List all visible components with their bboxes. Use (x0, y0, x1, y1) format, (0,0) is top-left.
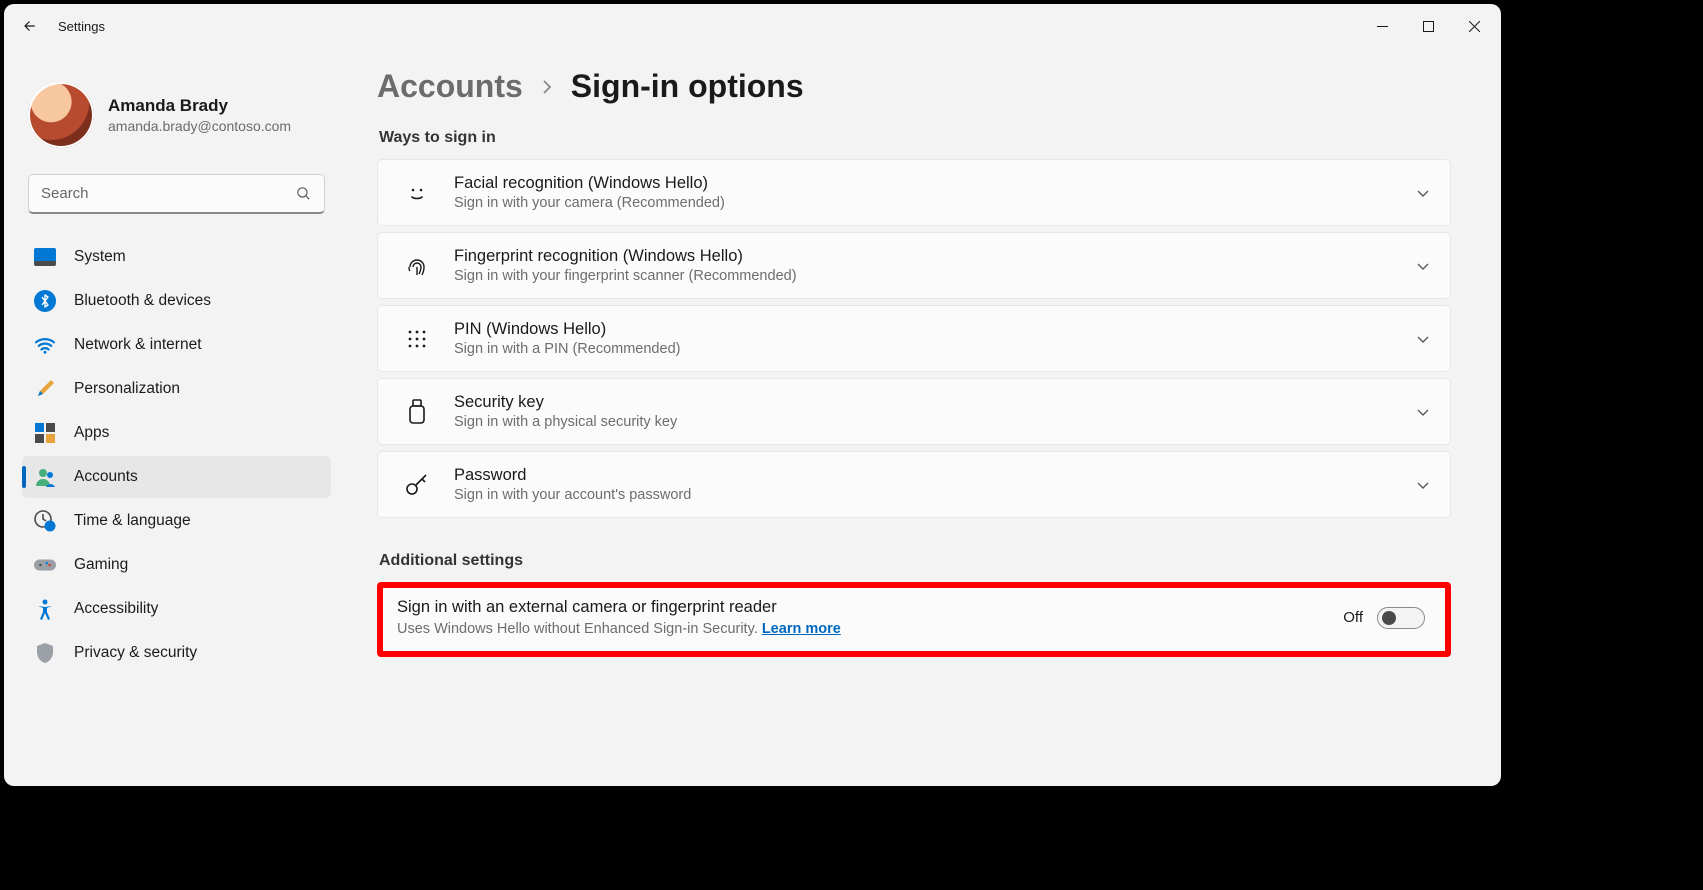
key-icon (402, 471, 432, 499)
card-title: Facial recognition (Windows Hello) (454, 174, 1394, 193)
chevron-down-icon (1416, 259, 1430, 273)
sidebar-item-bluetooth[interactable]: Bluetooth & devices (22, 280, 331, 322)
gamepad-icon (34, 554, 56, 576)
toggle-group: Off (1343, 607, 1425, 629)
external-signin-setting: Sign in with an external camera or finge… (377, 582, 1451, 657)
bluetooth-icon (34, 290, 56, 312)
profile-name: Amanda Brady (108, 96, 291, 116)
sidebar-item-personalization[interactable]: Personalization (22, 368, 331, 410)
maximize-button[interactable] (1405, 10, 1451, 42)
system-icon (34, 246, 56, 268)
back-button[interactable] (8, 6, 48, 46)
face-icon (402, 180, 432, 206)
sidebar-item-accessibility[interactable]: Accessibility (22, 588, 331, 630)
back-arrow-icon (19, 17, 37, 35)
card-subtitle: Sign in with your camera (Recommended) (454, 195, 1394, 211)
profile-email: amanda.brady@contoso.com (108, 118, 291, 134)
main-content: Accounts Sign-in options Ways to sign in… (339, 48, 1501, 786)
sidebar-item-gaming[interactable]: Gaming (22, 544, 331, 586)
pin-keypad-icon (402, 328, 432, 350)
signin-cards: Facial recognition (Windows Hello) Sign … (377, 159, 1451, 518)
usb-key-icon (402, 398, 432, 426)
toggle-label: Off (1343, 609, 1363, 626)
external-signin-toggle[interactable] (1377, 607, 1425, 629)
external-setting-subtitle: Uses Windows Hello without Enhanced Sign… (397, 621, 1325, 637)
sidebar-item-label: Gaming (74, 556, 128, 574)
search-box[interactable] (28, 174, 325, 214)
card-pin[interactable]: PIN (Windows Hello) Sign in with a PIN (… (377, 305, 1451, 372)
wifi-icon (34, 334, 56, 356)
chevron-down-icon (1416, 478, 1430, 492)
sidebar-item-apps[interactable]: Apps (22, 412, 331, 454)
sidebar-item-label: Time & language (74, 512, 191, 530)
minimize-icon (1377, 21, 1388, 32)
card-title: PIN (Windows Hello) (454, 320, 1394, 339)
app-title: Settings (58, 19, 105, 34)
sidebar-item-label: Personalization (74, 380, 180, 398)
nav: System Bluetooth & devices Network & int… (22, 236, 331, 674)
sidebar-item-privacy[interactable]: Privacy & security (22, 632, 331, 674)
sidebar-item-label: Accessibility (74, 600, 158, 618)
close-icon (1469, 21, 1480, 32)
sidebar-item-time-language[interactable]: Time & language (22, 500, 331, 542)
card-fingerprint[interactable]: Fingerprint recognition (Windows Hello) … (377, 232, 1451, 299)
search-icon (295, 185, 312, 202)
sidebar-item-system[interactable]: System (22, 236, 331, 278)
accessibility-icon (34, 598, 56, 620)
apps-icon (34, 422, 56, 444)
card-security-key[interactable]: Security key Sign in with a physical sec… (377, 378, 1451, 445)
card-password[interactable]: Password Sign in with your account's pas… (377, 451, 1451, 518)
clock-globe-icon (34, 510, 56, 532)
maximize-icon (1423, 21, 1434, 32)
card-subtitle: Sign in with a PIN (Recommended) (454, 341, 1394, 357)
shield-icon (34, 642, 56, 664)
sidebar-item-accounts[interactable]: Accounts (22, 456, 331, 498)
chevron-down-icon (1416, 186, 1430, 200)
close-button[interactable] (1451, 10, 1497, 42)
card-title: Password (454, 466, 1394, 485)
chevron-down-icon (1416, 405, 1430, 419)
card-facial-recognition[interactable]: Facial recognition (Windows Hello) Sign … (377, 159, 1451, 226)
titlebar: Settings (4, 4, 1501, 48)
sidebar-item-label: Privacy & security (74, 644, 197, 662)
chevron-down-icon (1416, 332, 1430, 346)
card-subtitle: Sign in with your account's password (454, 487, 1394, 503)
sidebar: Amanda Brady amanda.brady@contoso.com Sy… (4, 48, 339, 786)
fingerprint-icon (402, 253, 432, 279)
toggle-knob (1382, 611, 1396, 625)
sidebar-item-label: System (74, 248, 126, 266)
external-setting-title: Sign in with an external camera or finge… (397, 598, 1325, 617)
sidebar-item-label: Bluetooth & devices (74, 292, 211, 310)
section-additional-title: Additional settings (379, 552, 1451, 570)
chevron-right-icon (539, 79, 555, 95)
paintbrush-icon (34, 378, 56, 400)
sidebar-item-label: Network & internet (74, 336, 202, 354)
card-title: Security key (454, 393, 1394, 412)
minimize-button[interactable] (1359, 10, 1405, 42)
sidebar-item-label: Apps (74, 424, 109, 442)
accounts-icon (34, 466, 56, 488)
profile-block[interactable]: Amanda Brady amanda.brady@contoso.com (22, 60, 331, 174)
card-subtitle: Sign in with your fingerprint scanner (R… (454, 268, 1394, 284)
window-controls (1359, 10, 1497, 42)
sidebar-item-network[interactable]: Network & internet (22, 324, 331, 366)
section-ways-title: Ways to sign in (379, 129, 1451, 147)
learn-more-link[interactable]: Learn more (762, 621, 841, 637)
card-subtitle: Sign in with a physical security key (454, 414, 1394, 430)
breadcrumb-current: Sign-in options (571, 68, 804, 105)
settings-window: Settings Amanda Brady amanda.brady@conto… (4, 4, 1501, 786)
search-input[interactable] (41, 185, 295, 202)
avatar (28, 82, 94, 148)
sidebar-item-label: Accounts (74, 468, 138, 486)
card-title: Fingerprint recognition (Windows Hello) (454, 247, 1394, 266)
breadcrumb: Accounts Sign-in options (377, 68, 1451, 105)
breadcrumb-parent[interactable]: Accounts (377, 68, 523, 105)
